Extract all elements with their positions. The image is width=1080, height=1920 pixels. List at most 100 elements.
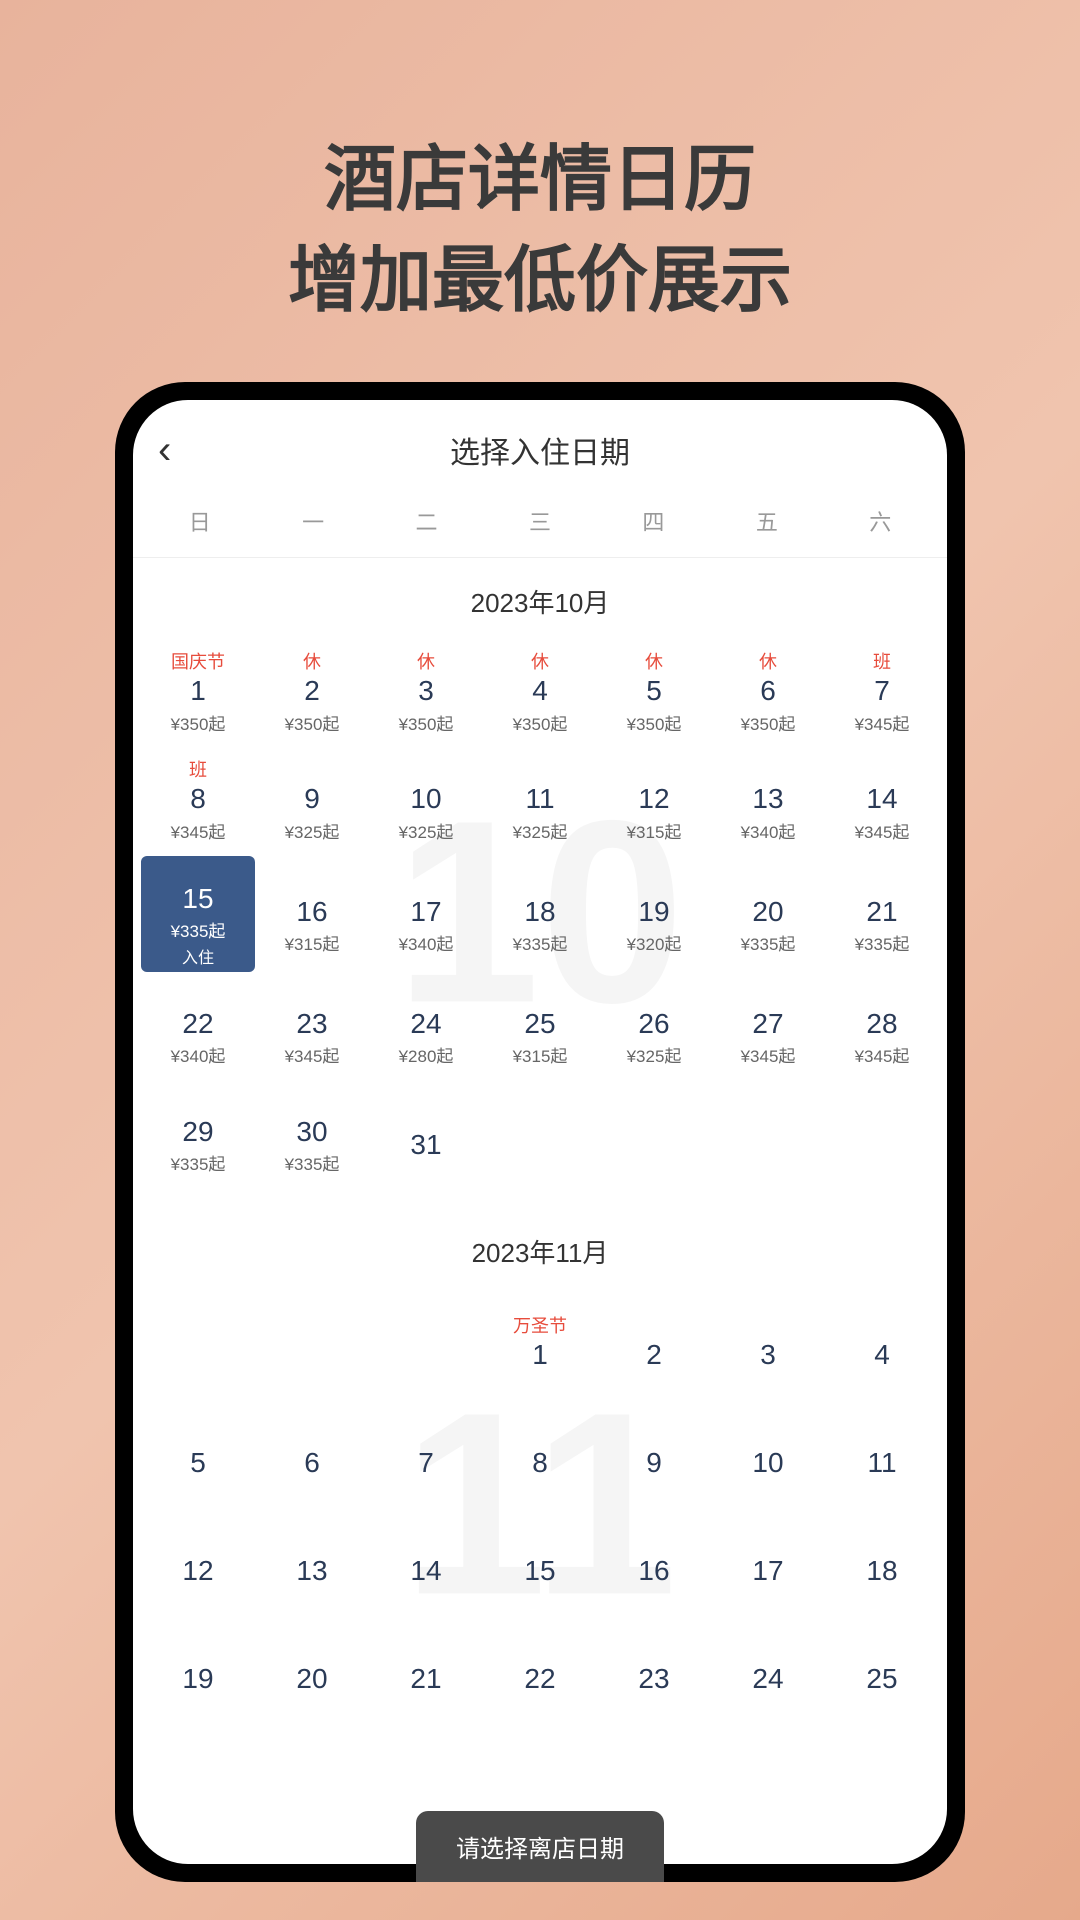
day-price: ¥325起	[627, 1042, 682, 1067]
day-number: 28	[866, 1007, 897, 1041]
day-cell[interactable]: 14	[369, 1506, 483, 1614]
days-grid: 万圣节1234567891011121314151617181920212223…	[133, 1290, 947, 1742]
day-cell[interactable]: 18¥335起	[483, 856, 597, 973]
day-cell[interactable]: 12	[141, 1506, 255, 1614]
day-cell[interactable]: 20	[255, 1614, 369, 1722]
day-price: ¥335起	[285, 1150, 340, 1175]
day-cell[interactable]: 25¥315起	[483, 972, 597, 1080]
day-number: 22	[524, 1662, 555, 1696]
day-number: 24	[410, 1007, 441, 1041]
day-cell[interactable]: 11¥325起	[483, 748, 597, 856]
day-price: ¥335起	[171, 917, 226, 942]
day-cell[interactable]: 17¥340起	[369, 856, 483, 973]
calendar-scroll[interactable]: 102023年10月国庆节1¥350起休2¥350起休3¥350起休4¥350起…	[133, 558, 947, 1864]
day-cell[interactable]: 休2¥350起	[255, 640, 369, 748]
day-number: 26	[638, 1007, 669, 1041]
day-cell[interactable]: 17	[711, 1506, 825, 1614]
day-cell[interactable]: 国庆节1¥350起	[141, 640, 255, 748]
day-cell[interactable]: 19	[141, 1614, 255, 1722]
day-cell[interactable]: 8	[483, 1398, 597, 1506]
day-cell[interactable]: 万圣节1	[483, 1290, 597, 1398]
day-cell[interactable]: 14¥345起	[825, 748, 939, 856]
day-price: ¥350起	[627, 710, 682, 735]
day-number: 9	[646, 1446, 662, 1480]
day-cell[interactable]: 5	[141, 1398, 255, 1506]
day-cell[interactable]: 30¥335起	[255, 1080, 369, 1188]
day-cell[interactable]: 23	[597, 1614, 711, 1722]
day-cell[interactable]: 休6¥350起	[711, 640, 825, 748]
day-cell[interactable]: 23¥345起	[255, 972, 369, 1080]
day-number: 18	[866, 1554, 897, 1588]
day-price: ¥315起	[627, 818, 682, 843]
day-number: 11	[525, 782, 554, 816]
day-cell[interactable]: 休3¥350起	[369, 640, 483, 748]
day-cell[interactable]: 4	[825, 1290, 939, 1398]
day-checkin-label: 入住	[182, 944, 214, 968]
day-number: 9	[304, 782, 320, 816]
day-number: 15	[524, 1554, 555, 1588]
day-cell[interactable]: 班7¥345起	[825, 640, 939, 748]
day-number: 7	[418, 1446, 434, 1480]
day-cell[interactable]: 15	[483, 1506, 597, 1614]
day-cell[interactable]: 20¥335起	[711, 856, 825, 973]
day-cell[interactable]: 24¥280起	[369, 972, 483, 1080]
day-holiday-label: 班	[189, 760, 207, 780]
day-price: ¥350起	[171, 710, 226, 735]
day-number: 19	[638, 895, 669, 929]
day-cell[interactable]: 21	[369, 1614, 483, 1722]
day-number: 4	[532, 674, 548, 708]
day-number: 22	[182, 1007, 213, 1041]
day-price: ¥325起	[513, 818, 568, 843]
day-number: 29	[182, 1115, 213, 1149]
day-holiday-label: 国庆节	[171, 652, 225, 672]
day-cell[interactable]: 休4¥350起	[483, 640, 597, 748]
day-number: 13	[296, 1554, 327, 1588]
day-cell[interactable]: 13	[255, 1506, 369, 1614]
day-cell[interactable]: 27¥345起	[711, 972, 825, 1080]
day-cell[interactable]: 29¥335起	[141, 1080, 255, 1188]
day-cell[interactable]: 2	[597, 1290, 711, 1398]
day-holiday-label: 休	[645, 652, 663, 672]
day-cell[interactable]: 9	[597, 1398, 711, 1506]
day-cell[interactable]: 16	[597, 1506, 711, 1614]
day-number: 15	[182, 882, 213, 916]
day-number: 7	[874, 674, 890, 708]
day-cell[interactable]: 6	[255, 1398, 369, 1506]
day-number: 25	[866, 1662, 897, 1696]
day-cell[interactable]: 11	[825, 1398, 939, 1506]
day-number: 18	[524, 895, 555, 929]
day-cell[interactable]: 10¥325起	[369, 748, 483, 856]
day-cell[interactable]: 26¥325起	[597, 972, 711, 1080]
day-cell[interactable]: 25	[825, 1614, 939, 1722]
day-cell[interactable]: 休5¥350起	[597, 640, 711, 748]
day-cell[interactable]: 21¥335起	[825, 856, 939, 973]
day-cell[interactable]: 9¥325起	[255, 748, 369, 856]
day-cell[interactable]: 16¥315起	[255, 856, 369, 973]
day-price: ¥340起	[741, 818, 796, 843]
day-cell[interactable]: 班8¥345起	[141, 748, 255, 856]
back-icon[interactable]: ‹	[158, 430, 171, 470]
day-cell[interactable]: 22	[483, 1614, 597, 1722]
day-cell[interactable]: 13¥340起	[711, 748, 825, 856]
day-cell[interactable]: 24	[711, 1614, 825, 1722]
day-number: 21	[410, 1662, 441, 1696]
weekday-label: 日	[143, 505, 256, 537]
day-cell[interactable]: 22¥340起	[141, 972, 255, 1080]
phone-screen: ‹ 选择入住日期 日一二三四五六 102023年10月国庆节1¥350起休2¥3…	[133, 400, 947, 1864]
day-number: 1	[190, 674, 206, 708]
day-cell[interactable]: 10	[711, 1398, 825, 1506]
day-number: 17	[752, 1554, 783, 1588]
day-cell[interactable]: 28¥345起	[825, 972, 939, 1080]
day-cell[interactable]: 19¥320起	[597, 856, 711, 973]
day-cell[interactable]: 18	[825, 1506, 939, 1614]
day-number: 8	[190, 782, 206, 816]
day-cell[interactable]: 15¥335起入住	[141, 856, 255, 973]
day-empty	[369, 1290, 483, 1398]
day-number: 2	[646, 1338, 662, 1372]
day-cell[interactable]: 7	[369, 1398, 483, 1506]
day-cell[interactable]: 12¥315起	[597, 748, 711, 856]
day-price: ¥350起	[513, 710, 568, 735]
day-cell[interactable]: 3	[711, 1290, 825, 1398]
day-cell[interactable]: 31	[369, 1080, 483, 1188]
promo-header: 酒店详情日历 增加最低价展示	[0, 0, 1080, 382]
